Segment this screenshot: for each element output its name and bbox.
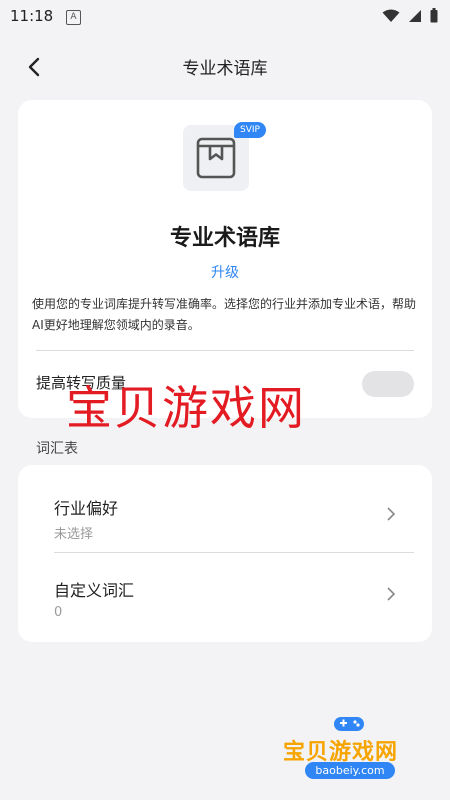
status-bar: 11:18 A <box>0 0 450 32</box>
notification-icon: A <box>66 10 81 25</box>
list-item-title: 自定义词汇 <box>54 581 135 600</box>
watermark-logo: 宝贝游戏网 baobeiy.com <box>275 712 425 782</box>
chevron-right-icon <box>387 587 396 601</box>
vocab-card: 行业偏好 未选择 自定义词汇 0 <box>18 465 432 642</box>
feature-title: 专业术语库 <box>169 226 280 251</box>
status-time: 11:18 <box>10 7 54 25</box>
nav-bar: 专业术语库 <box>0 36 450 96</box>
list-item-value: 未选择 <box>54 527 94 542</box>
gamepad-icon <box>334 717 364 731</box>
system-icons <box>382 8 438 23</box>
page-title: 专业术语库 <box>182 59 268 79</box>
chevron-right-icon <box>387 507 396 521</box>
upgrade-link[interactable]: 升级 <box>18 262 432 282</box>
svip-badge: SVIP <box>234 122 266 138</box>
feature-description: 使用您的专业词库提升转写准确率。选择您的行业并添加专业术语，帮助AI更好地理解您… <box>32 297 417 332</box>
divider <box>36 350 414 351</box>
toggle-knob <box>391 374 411 394</box>
section-label: 词汇表 <box>36 441 78 457</box>
signal-icon <box>409 9 421 22</box>
list-item-custom-vocab[interactable]: 自定义词汇 0 <box>18 553 432 639</box>
battery-icon <box>430 8 438 23</box>
watermark-text: 宝贝游戏网 <box>66 381 306 435</box>
quality-toggle[interactable] <box>362 371 414 397</box>
feature-card: SVIP 专业术语库 升级 使用您的专业词库提升转写准确率。选择您的行业并添加专… <box>18 100 432 418</box>
wifi-icon <box>382 9 400 22</box>
list-item-industry[interactable]: 行业偏好 未选择 <box>18 465 432 551</box>
list-item-title: 行业偏好 <box>54 499 119 518</box>
logo-domain: baobeiy.com <box>305 762 395 779</box>
list-item-value: 0 <box>54 605 63 620</box>
